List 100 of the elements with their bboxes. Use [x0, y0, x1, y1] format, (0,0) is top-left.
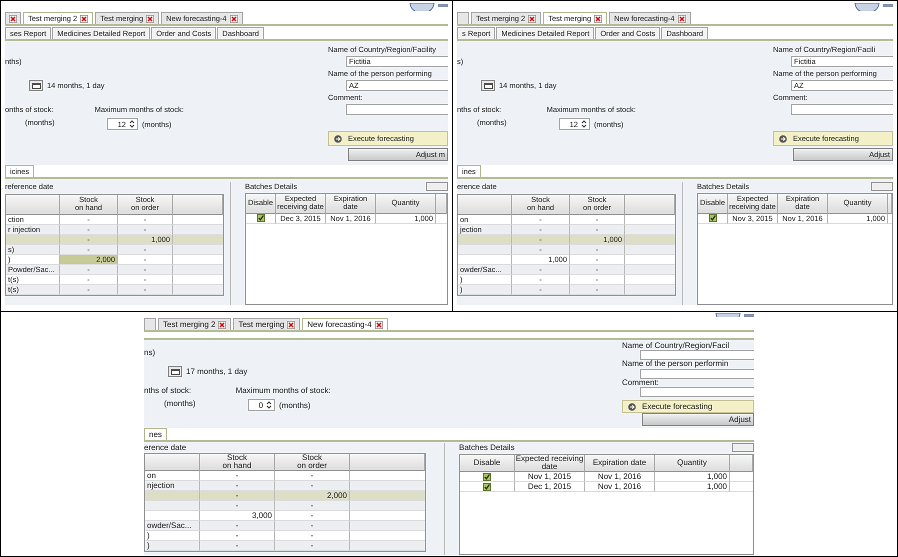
- table-cell: -: [275, 481, 350, 492]
- calendar-icon: [484, 82, 492, 88]
- table-cell: Dec 1, 2015: [515, 482, 585, 492]
- column-header: Disable: [460, 455, 515, 472]
- checkbox[interactable]: [483, 482, 491, 491]
- table-cell: Nov 1, 2016: [585, 482, 655, 492]
- table-cell: [625, 224, 675, 234]
- calendar-icon: [32, 82, 40, 88]
- table-cell: -: [200, 481, 275, 492]
- calendar-icon: [170, 368, 180, 374]
- table-cell[interactable]: njection: [145, 481, 200, 492]
- table-cell: Nov 1, 2015: [515, 472, 585, 482]
- table-cell: -: [275, 501, 350, 512]
- emblem-logo: [408, 3, 448, 11]
- close-icon[interactable]: [80, 14, 88, 22]
- table-cell: 1,000: [655, 472, 730, 482]
- table-cell: -: [275, 541, 350, 552]
- table-cell[interactable]: ): [145, 541, 200, 552]
- close-icon[interactable]: [678, 14, 686, 22]
- text-field[interactable]: [640, 350, 754, 360]
- text-field[interactable]: [346, 104, 448, 115]
- table-cell[interactable]: [145, 491, 200, 502]
- arrow-right-icon: [779, 134, 787, 142]
- column-header: Expected receiving date: [515, 455, 585, 472]
- close-icon[interactable]: [146, 14, 154, 22]
- document-tab[interactable]: New forecasting-4: [302, 318, 388, 330]
- document-tab[interactable]: Test merging 2: [158, 318, 232, 330]
- column-header: Stock on hand: [200, 454, 275, 472]
- table-cell: 1,000: [655, 482, 730, 492]
- table-cell: [173, 284, 223, 294]
- number-spinner[interactable]: 0: [248, 399, 276, 411]
- arrow-right-icon: [334, 134, 342, 142]
- duration-text: 17 months, 1 day: [186, 367, 248, 376]
- spinner-arrows-icon: [128, 120, 135, 128]
- column-header: [436, 194, 447, 214]
- table-cell: [173, 224, 223, 234]
- table-cell: Nov 1, 2016: [585, 472, 655, 482]
- close-icon[interactable]: [528, 14, 536, 22]
- column-header: [458, 195, 512, 214]
- column-header: [173, 195, 223, 214]
- batches-button[interactable]: [732, 443, 754, 452]
- table-cell[interactable]: owder/Sac...: [145, 521, 200, 532]
- max-stock-label: Maximum months of stock:: [236, 386, 331, 395]
- table-cell: -: [200, 521, 275, 532]
- table-cell[interactable]: [458, 244, 512, 254]
- arrow-right-icon: [628, 402, 636, 411]
- spinner-arrows-icon: [580, 120, 587, 128]
- execute-forecasting-button[interactable]: Execute forecasting: [622, 400, 754, 414]
- adjust-button[interactable]: Adjust: [642, 413, 754, 426]
- document-tab[interactable]: [5, 12, 21, 24]
- table-cell[interactable]: [6, 234, 60, 244]
- column-header: [888, 194, 892, 214]
- calendar-button[interactable]: [168, 366, 182, 377]
- column-header: Expiration date: [585, 455, 655, 472]
- text-field[interactable]: [791, 104, 893, 115]
- batches-button[interactable]: [426, 182, 448, 191]
- close-icon[interactable]: [374, 320, 383, 328]
- column-header: Quantity: [655, 455, 730, 472]
- table-cell: [173, 234, 223, 244]
- batches-button[interactable]: [871, 182, 893, 191]
- column-header: [730, 455, 753, 472]
- checkbox[interactable]: [256, 214, 264, 222]
- unit-label: (months): [163, 399, 196, 408]
- period-text: ns): [144, 348, 156, 357]
- tab-label: New forecasting-4: [307, 320, 372, 329]
- tab-label: Test merging 2: [163, 320, 216, 329]
- emblem-logo: [853, 3, 893, 11]
- column-header: [6, 195, 60, 214]
- batches-title: Batches Details: [459, 443, 515, 452]
- column-header: Stock on order: [275, 454, 350, 472]
- calendar-button[interactable]: [481, 80, 495, 91]
- table-cell: -: [200, 491, 275, 502]
- table-cell: [625, 234, 675, 244]
- close-icon[interactable]: [9, 14, 17, 22]
- field-label: Comment:: [622, 378, 660, 388]
- field-label: Name of Country/Region/Facil: [622, 342, 730, 350]
- table-cell[interactable]: [458, 234, 512, 244]
- column-header: [145, 454, 200, 472]
- table-cell: [625, 284, 675, 294]
- close-icon[interactable]: [230, 14, 238, 22]
- table-cell: [625, 244, 675, 254]
- column-header: [625, 195, 675, 214]
- document-tab[interactable]: Test merging: [233, 318, 300, 330]
- table-cell: [173, 264, 223, 274]
- table-cell[interactable]: [145, 501, 200, 512]
- checkbox[interactable]: [483, 472, 491, 481]
- medicines-tab[interactable]: nes: [144, 428, 167, 440]
- table-cell: -: [275, 521, 350, 532]
- text-field[interactable]: [640, 387, 754, 398]
- table-cell: [625, 264, 675, 274]
- close-icon[interactable]: [287, 320, 296, 328]
- text-field[interactable]: [640, 368, 754, 379]
- close-icon[interactable]: [594, 14, 602, 22]
- table-cell: 2,000: [275, 491, 350, 502]
- close-icon[interactable]: [218, 320, 226, 328]
- field-label: Name of the person performin: [622, 360, 730, 369]
- table-cell: [173, 244, 223, 254]
- checkbox[interactable]: [708, 214, 716, 222]
- stock-caption: erence date: [144, 443, 188, 452]
- calendar-button[interactable]: [29, 80, 43, 91]
